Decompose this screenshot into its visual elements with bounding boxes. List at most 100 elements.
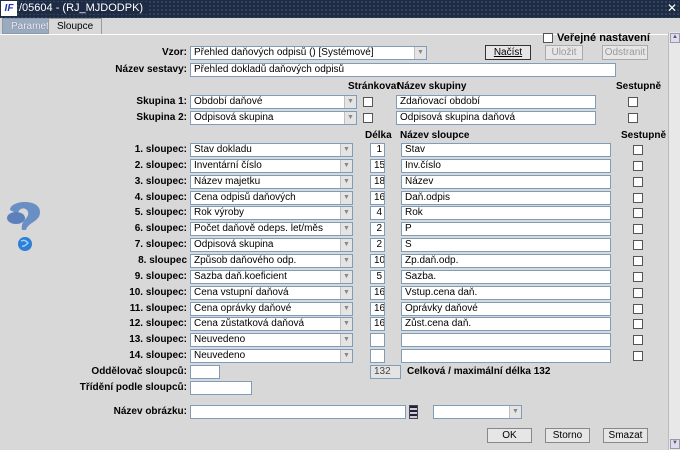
column-select[interactable]: Počet daňově odeps. let/měs ▼: [190, 222, 353, 236]
public-checkbox[interactable]: [543, 33, 553, 43]
scroll-down-icon[interactable]: ▼: [670, 439, 680, 449]
separator-input[interactable]: [190, 365, 220, 379]
descending-checkbox[interactable]: [628, 113, 638, 123]
descending-checkbox[interactable]: [633, 161, 643, 171]
column-length-input[interactable]: 16: [370, 317, 385, 331]
column-length-input[interactable]: 16: [370, 302, 385, 316]
column-name-input[interactable]: [401, 349, 611, 363]
descending-checkbox[interactable]: [633, 256, 643, 266]
column-length-input[interactable]: 16: [370, 286, 385, 300]
sort-input[interactable]: [190, 381, 252, 395]
column-name-input[interactable]: P: [401, 222, 611, 236]
chevron-down-icon[interactable]: ▼: [344, 96, 356, 108]
image-select[interactable]: ▼: [433, 405, 522, 419]
chevron-down-icon[interactable]: ▼: [340, 255, 352, 267]
column-name-input[interactable]: Zp.daň.odp.: [401, 254, 611, 268]
close-icon[interactable]: ✕: [667, 1, 677, 15]
chevron-down-icon[interactable]: ▼: [340, 223, 352, 235]
cancel-button[interactable]: Storno: [545, 428, 590, 443]
group-select[interactable]: Odpisová skupina ▼: [190, 111, 357, 125]
column-select[interactable]: Sazba daň.koeficient ▼: [190, 270, 353, 284]
descending-checkbox[interactable]: [633, 193, 643, 203]
column-name-input[interactable]: Sazba.: [401, 270, 611, 284]
group-name-input[interactable]: Zdaňovací období: [396, 95, 596, 109]
chevron-down-icon[interactable]: ▼: [340, 350, 352, 362]
column-length-input[interactable]: 15: [370, 159, 385, 173]
column-select[interactable]: Inventární číslo ▼: [190, 159, 353, 173]
column-name-input[interactable]: Zůst.cena daň.: [401, 317, 611, 331]
chevron-down-icon[interactable]: ▼: [414, 47, 426, 59]
descending-checkbox[interactable]: [633, 208, 643, 218]
chevron-down-icon[interactable]: ▼: [340, 334, 352, 346]
column-select[interactable]: Cena vstupní daňová ▼: [190, 286, 353, 300]
chevron-down-icon[interactable]: ▼: [340, 160, 352, 172]
column-name-input[interactable]: Stav: [401, 143, 611, 157]
image-name-input[interactable]: [190, 405, 406, 419]
chevron-down-icon[interactable]: ▼: [340, 287, 352, 299]
column-name-input[interactable]: Daň.odpis: [401, 191, 611, 205]
vertical-scrollbar[interactable]: ▲ ▼: [668, 32, 680, 450]
descending-checkbox[interactable]: [633, 304, 643, 314]
column-length-input[interactable]: 16: [370, 191, 385, 205]
paginate-checkbox[interactable]: [363, 97, 373, 107]
column-length-input[interactable]: 2: [370, 222, 385, 236]
column-length-input[interactable]: 18: [370, 175, 385, 189]
chevron-down-icon[interactable]: ▼: [340, 207, 352, 219]
descending-checkbox[interactable]: [633, 335, 643, 345]
column-length-input[interactable]: 1: [370, 143, 385, 157]
column-length-input[interactable]: [370, 349, 385, 363]
save-button[interactable]: Uložit: [545, 45, 583, 60]
descending-checkbox[interactable]: [633, 145, 643, 155]
column-select[interactable]: Cena odpisů daňových ▼: [190, 191, 353, 205]
column-select[interactable]: Neuvedeno ▼: [190, 333, 353, 347]
chevron-down-icon[interactable]: ▼: [344, 112, 356, 124]
tab-sloupce[interactable]: Sloupce: [48, 18, 103, 35]
chevron-down-icon[interactable]: ▼: [340, 318, 352, 330]
column-length-input[interactable]: 4: [370, 206, 385, 220]
column-select[interactable]: Cena oprávky daňové ▼: [190, 302, 353, 316]
report-name-input[interactable]: Přehled dokladů daňových odpisů: [190, 63, 616, 77]
chevron-down-icon[interactable]: ▼: [340, 192, 352, 204]
descending-checkbox[interactable]: [628, 97, 638, 107]
descending-checkbox[interactable]: [633, 288, 643, 298]
column-name-input[interactable]: Oprávky daňové: [401, 302, 611, 316]
descending-checkbox[interactable]: [633, 272, 643, 282]
chevron-down-icon[interactable]: ▼: [340, 303, 352, 315]
ok-button[interactable]: OK: [487, 428, 532, 443]
column-name-input[interactable]: S: [401, 238, 611, 252]
column-length-input[interactable]: [370, 333, 385, 347]
remove-button[interactable]: Odstranit: [602, 45, 648, 60]
column-length-input[interactable]: 2: [370, 238, 385, 252]
column-name-input[interactable]: Vstup.cena daň.: [401, 286, 611, 300]
paginate-checkbox[interactable]: [363, 113, 373, 123]
chevron-down-icon[interactable]: ▼: [340, 176, 352, 188]
scroll-up-icon[interactable]: ▲: [670, 33, 680, 43]
column-select[interactable]: Stav dokladu ▼: [190, 143, 353, 157]
delete-button[interactable]: Smazat: [603, 428, 648, 443]
descending-checkbox[interactable]: [633, 177, 643, 187]
group-name-input[interactable]: Odpisová skupina daňová: [396, 111, 596, 125]
column-name-input[interactable]: Inv.číslo: [401, 159, 611, 173]
column-select[interactable]: Neuvedeno ▼: [190, 349, 353, 363]
list-icon[interactable]: [409, 405, 418, 419]
column-name-input[interactable]: Název: [401, 175, 611, 189]
column-select[interactable]: Název majetku ▼: [190, 175, 353, 189]
chevron-down-icon[interactable]: ▼: [340, 239, 352, 251]
column-select[interactable]: Cena zůstatková daňová ▼: [190, 317, 353, 331]
column-length-input[interactable]: 10: [370, 254, 385, 268]
chevron-down-icon[interactable]: ▼: [340, 144, 352, 156]
column-select[interactable]: Rok výroby ▼: [190, 206, 353, 220]
descending-checkbox[interactable]: [633, 224, 643, 234]
group-select[interactable]: Období daňové ▼: [190, 95, 357, 109]
chevron-down-icon[interactable]: ▼: [340, 271, 352, 283]
column-name-input[interactable]: Rok: [401, 206, 611, 220]
column-name-input[interactable]: [401, 333, 611, 347]
load-button[interactable]: Načíst: [485, 45, 531, 60]
vzor-select[interactable]: Přehled daňových odpisů () [Systémové] ▼: [190, 46, 427, 60]
descending-checkbox[interactable]: [633, 240, 643, 250]
chevron-down-icon[interactable]: ▼: [509, 406, 521, 418]
descending-checkbox[interactable]: [633, 319, 643, 329]
column-select[interactable]: Odpisová skupina ▼: [190, 238, 353, 252]
column-select[interactable]: Způsob daňového odp. ▼: [190, 254, 353, 268]
column-length-input[interactable]: 5: [370, 270, 385, 284]
